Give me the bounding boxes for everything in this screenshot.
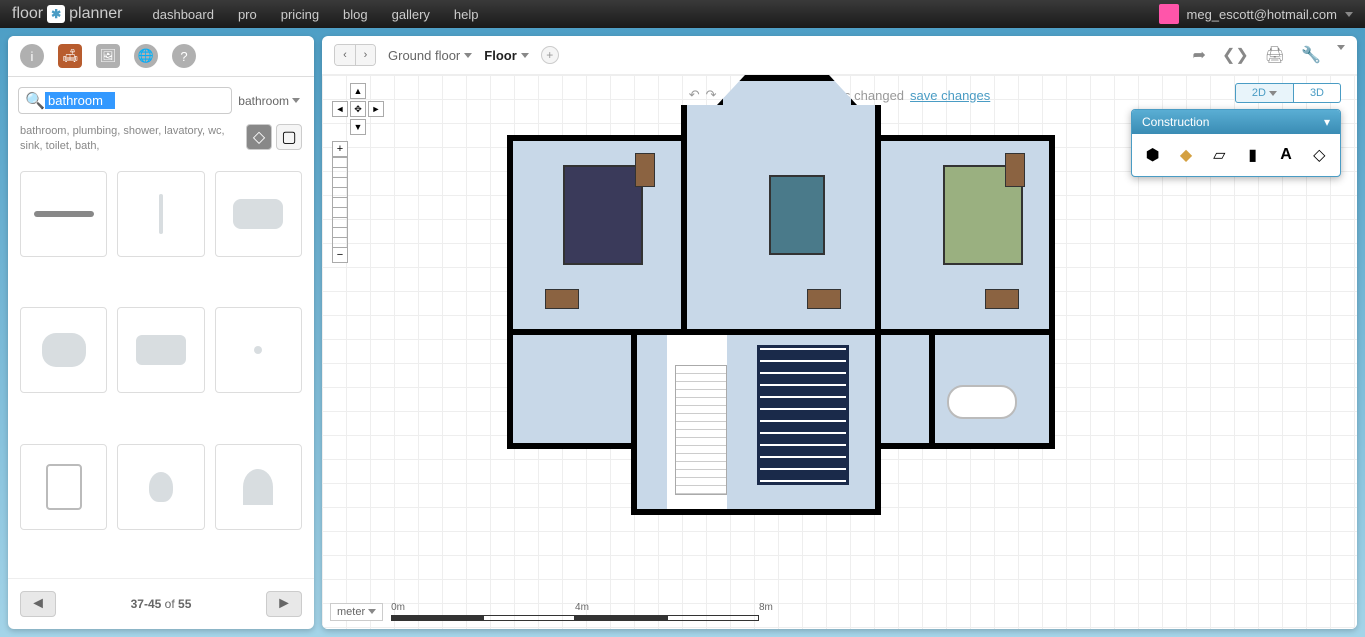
share-icon[interactable]: ❮❯	[1222, 45, 1249, 65]
scale-4: 4m	[575, 602, 589, 613]
chevron-down-icon	[1345, 12, 1353, 17]
pan-left-button[interactable]: ◄	[332, 101, 348, 117]
redo-icon[interactable]: ↷	[706, 87, 717, 103]
floor-dropdown[interactable]: Floor	[484, 48, 529, 63]
zoom-slider[interactable]	[332, 157, 348, 247]
search-box[interactable]: 🔍	[18, 87, 232, 114]
view-2d-button[interactable]: 2D	[1235, 83, 1294, 103]
library-item[interactable]	[20, 171, 107, 257]
nav-pro[interactable]: pro	[238, 7, 257, 22]
chevron-down-icon	[368, 609, 376, 614]
search-tags: bathroom, plumbing, shower, lavatory, wc…	[20, 124, 246, 155]
pan-right-button[interactable]: ►	[368, 101, 384, 117]
nav-dashboard[interactable]: dashboard	[153, 7, 214, 22]
logo-text-2: planner	[69, 5, 122, 23]
nav-pricing[interactable]: pricing	[281, 7, 319, 22]
pan-up-button[interactable]: ▲	[350, 83, 366, 99]
nav-help[interactable]: help	[454, 7, 479, 22]
nav-gallery[interactable]: gallery	[392, 7, 430, 22]
search-input[interactable]	[45, 92, 115, 109]
library-item[interactable]	[215, 444, 302, 530]
scale-8: 8m	[759, 602, 773, 613]
chevron-down-icon: ▾	[1324, 115, 1330, 129]
nav-blog[interactable]: blog	[343, 7, 368, 22]
construction-panel: Construction ▾ ⬢ ◆ ▱ ▮ A ◇	[1131, 109, 1341, 177]
dimension-tool-icon[interactable]: ◇	[1307, 142, 1332, 168]
chevron-down-icon	[464, 53, 472, 58]
ground-floor-dropdown[interactable]: Ground floor	[388, 48, 472, 63]
info-icon[interactable]: i	[20, 44, 44, 68]
pan-center-button[interactable]: ✥	[350, 101, 366, 117]
view-3d-toggle[interactable]: ◇	[246, 124, 272, 150]
search-icon: 🔍	[25, 91, 45, 111]
library-item[interactable]	[20, 444, 107, 530]
library-item[interactable]	[117, 444, 204, 530]
next-page-button[interactable]: ►	[266, 591, 302, 617]
library-item[interactable]	[117, 171, 204, 257]
search-filter-dropdown[interactable]: bathroom	[238, 94, 304, 108]
library-item[interactable]	[20, 307, 107, 393]
settings-icon[interactable]: 🔧	[1301, 45, 1321, 65]
prev-page-button[interactable]: ◄	[20, 591, 56, 617]
add-floor-button[interactable]: +	[541, 46, 559, 64]
pan-down-button[interactable]: ▼	[350, 119, 366, 135]
history-nav: ‹ ›	[334, 44, 376, 66]
save-changes-link[interactable]: save changes	[910, 88, 990, 103]
wall-tool-icon[interactable]: ◆	[1173, 142, 1198, 168]
logo[interactable]: floor ✱ planner	[12, 5, 123, 23]
view-2d-toggle[interactable]: ▢	[276, 124, 302, 150]
chevron-down-icon	[1337, 45, 1345, 50]
scale-bar: meter 0m 4m 8m	[330, 602, 773, 621]
view-3d-button[interactable]: 3D	[1294, 83, 1341, 103]
canvas-panel: ‹ › Ground floor Floor + ➦ ❮❯ 🖨 🔧	[322, 36, 1357, 629]
top-nav-links: dashboard pro pricing blog gallery help	[153, 7, 1159, 22]
library-panel: i 🛋 🖼 🌐 ? 🔍 bathroom bathroom, plumbing,…	[8, 36, 314, 629]
zoom-out-button[interactable]: −	[332, 247, 348, 263]
left-toolbar: i 🛋 🖼 🌐 ?	[8, 36, 314, 77]
floor-plan[interactable]	[507, 105, 1077, 525]
pager-text: 37-45 of 55	[131, 597, 192, 611]
canvas-toolbar: ‹ › Ground floor Floor + ➦ ❮❯ 🖨 🔧	[322, 36, 1357, 75]
library-item[interactable]	[117, 307, 204, 393]
scale-0: 0m	[391, 602, 405, 613]
text-tool-icon[interactable]: A	[1273, 142, 1298, 168]
door-tool-icon[interactable]: ▮	[1240, 142, 1265, 168]
zoom-in-button[interactable]: +	[332, 141, 348, 157]
nav-back-button[interactable]: ‹	[335, 45, 355, 65]
export-icon[interactable]: ➦	[1193, 45, 1206, 65]
chevron-down-icon	[1269, 91, 1277, 96]
filter-label: bathroom	[238, 94, 289, 108]
logo-icon: ✱	[47, 5, 65, 23]
unit-dropdown[interactable]: meter	[330, 603, 383, 621]
library-grid	[8, 163, 314, 578]
avatar	[1159, 4, 1179, 24]
chevron-down-icon	[521, 53, 529, 58]
library-item[interactable]	[215, 307, 302, 393]
pan-zoom-controls: ▲ ◄ ✥ ► ▼ + −	[332, 83, 384, 263]
user-menu[interactable]: meg_escott@hotmail.com	[1159, 4, 1353, 24]
chevron-down-icon	[292, 98, 300, 103]
help-icon[interactable]: ?	[172, 44, 196, 68]
library-item[interactable]	[215, 171, 302, 257]
print-icon[interactable]: 🖨	[1265, 45, 1285, 65]
logo-text-1: floor	[12, 5, 43, 23]
images-icon[interactable]: 🖼	[96, 44, 120, 68]
view-mode-toggle: 2D 3D	[1235, 83, 1341, 103]
globe-icon[interactable]: 🌐	[134, 44, 158, 68]
nav-forward-button[interactable]: ›	[355, 45, 375, 65]
surface-tool-icon[interactable]: ▱	[1207, 142, 1232, 168]
construction-header[interactable]: Construction ▾	[1132, 110, 1340, 134]
user-email: meg_escott@hotmail.com	[1187, 7, 1337, 22]
furniture-icon[interactable]: 🛋	[58, 44, 82, 68]
pager: ◄ 37-45 of 55 ►	[8, 578, 314, 629]
canvas[interactable]: ▲ ◄ ✥ ► ▼ + − ↶ ↷ second design	[322, 75, 1357, 629]
undo-icon[interactable]: ↶	[689, 87, 700, 103]
room-tool-icon[interactable]: ⬢	[1140, 142, 1165, 168]
top-nav-bar: floor ✱ planner dashboard pro pricing bl…	[0, 0, 1365, 28]
